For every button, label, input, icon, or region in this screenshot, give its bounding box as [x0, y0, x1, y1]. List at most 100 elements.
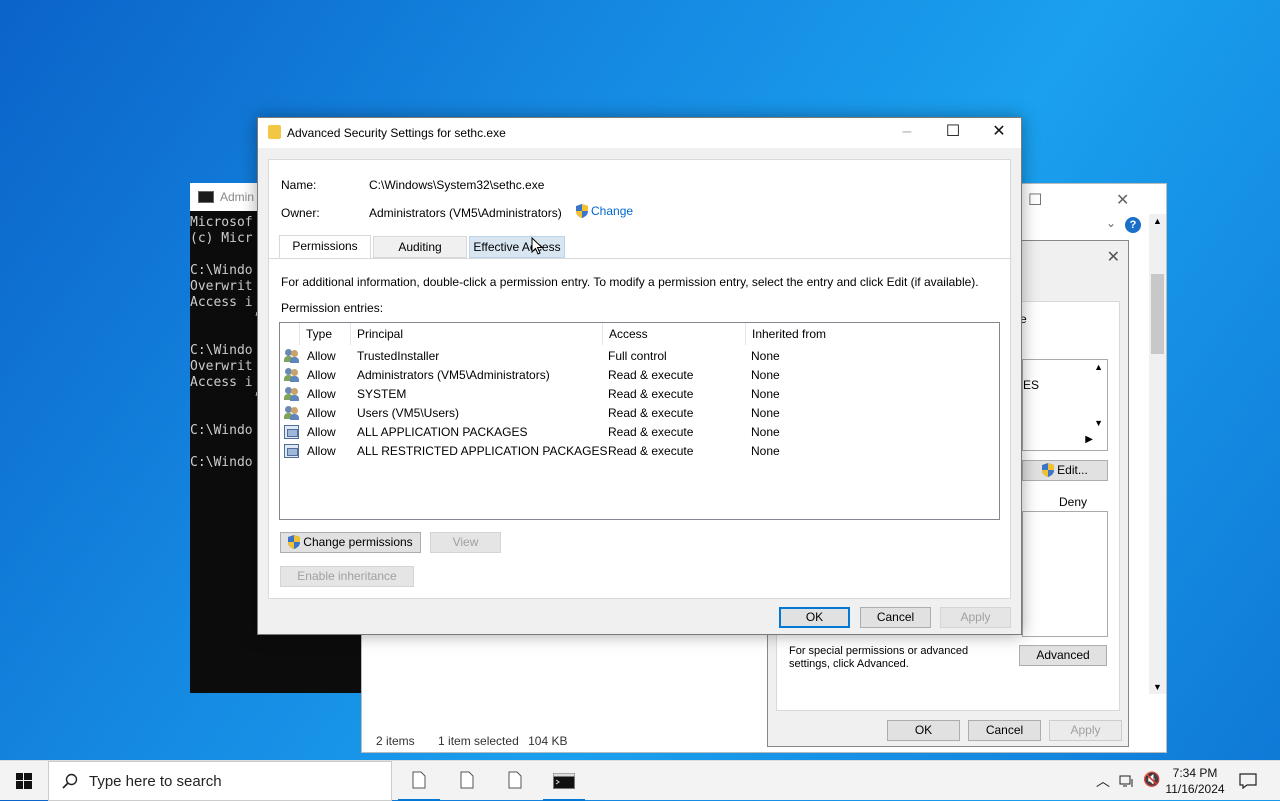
windows-logo-icon	[16, 773, 32, 789]
maximize-icon[interactable]: ☐	[1028, 190, 1042, 210]
column-header-inherited-from[interactable]: Inherited from	[746, 323, 906, 345]
cmd-title: Admin	[220, 190, 255, 204]
column-header-type[interactable]: Type	[300, 323, 351, 345]
edit-button-label: Edit...	[1057, 463, 1088, 477]
scroll-down-icon[interactable]: ▼	[1094, 418, 1103, 428]
volume-muted-icon[interactable]: 🔇	[1143, 771, 1160, 788]
column-header-principal[interactable]: Principal	[351, 323, 603, 345]
change-permissions-button[interactable]: Change permissions	[280, 532, 421, 553]
row-inherited: None	[751, 444, 780, 458]
ok-button[interactable]: OK	[779, 607, 850, 628]
cancel-button[interactable]: Cancel	[860, 607, 931, 628]
row-type: Allow	[307, 444, 336, 458]
permissions-list[interactable]	[1022, 511, 1108, 637]
list-header: Type Principal Access Inherited from	[280, 323, 999, 345]
row-inherited: None	[751, 387, 780, 401]
cmd-icon	[198, 191, 214, 203]
minimize-icon[interactable]: –	[884, 118, 930, 148]
maximize-icon[interactable]: ☐	[930, 118, 976, 148]
taskbar-search-box[interactable]: Type here to search	[48, 761, 392, 801]
row-access: Read & execute	[608, 368, 694, 382]
network-icon[interactable]	[1119, 773, 1135, 789]
name-label: Name:	[281, 178, 317, 192]
table-row[interactable]: Allow ALL RESTRICTED APPLICATION PACKAGE…	[280, 442, 999, 461]
row-type: Allow	[307, 387, 336, 401]
table-row[interactable]: Allow Users (VM5\Users) Read & execute N…	[280, 404, 999, 423]
chevron-up-icon[interactable]: ︿	[1096, 771, 1110, 791]
notifications-icon[interactable]	[1239, 772, 1257, 790]
table-row[interactable]: Allow SYSTEM Read & execute None	[280, 385, 999, 404]
command-prompt-icon	[553, 773, 575, 789]
change-owner-link-text[interactable]: Change	[591, 204, 633, 218]
uac-shield-icon	[576, 204, 588, 218]
user-group-icon	[284, 406, 300, 420]
row-inherited: None	[751, 349, 780, 363]
list-item[interactable]: ES	[1023, 378, 1039, 392]
row-inherited: None	[751, 406, 780, 420]
chevron-down-icon[interactable]: ⌄	[1106, 216, 1116, 230]
dialog-titlebar[interactable]: Advanced Security Settings for sethc.exe…	[258, 118, 1021, 148]
mouse-cursor-icon	[531, 237, 543, 255]
row-principal: ALL APPLICATION PACKAGES	[357, 425, 528, 439]
row-inherited: None	[751, 425, 780, 439]
advanced-button[interactable]: Advanced	[1019, 645, 1107, 666]
apply-button[interactable]: Apply	[940, 607, 1011, 628]
column-header-icon[interactable]	[280, 323, 300, 345]
tab-auditing[interactable]: Auditing	[373, 236, 467, 258]
row-access: Read & execute	[608, 425, 694, 439]
table-row[interactable]: Allow Administrators (VM5\Administrators…	[280, 366, 999, 385]
close-icon[interactable]: ✕	[976, 118, 1022, 148]
props-ok-button[interactable]: OK	[887, 720, 960, 741]
tab-divider	[269, 258, 1012, 259]
scroll-up-icon[interactable]: ▲	[1153, 216, 1162, 226]
owner-label: Owner:	[281, 206, 320, 220]
scroll-up-icon[interactable]: ▲	[1094, 362, 1103, 372]
tab-effective-access[interactable]: Effective Access	[469, 236, 565, 258]
edit-button[interactable]: Edit...	[1022, 460, 1108, 481]
owner-value: Administrators (VM5\Administrators)	[369, 206, 562, 220]
owner-change-link[interactable]: Change	[576, 204, 633, 218]
help-icon[interactable]: ?	[1125, 217, 1141, 233]
taskbar-clock[interactable]: 7:34 PM 11/16/2024	[1162, 765, 1228, 797]
row-type: Allow	[307, 349, 336, 363]
scroll-down-icon[interactable]: ▼	[1153, 682, 1162, 692]
dialog-title: Advanced Security Settings for sethc.exe	[287, 126, 506, 140]
advanced-security-settings-dialog[interactable]: Advanced Security Settings for sethc.exe…	[257, 117, 1022, 635]
status-size: 104 KB	[528, 734, 568, 748]
permissions-panel: Name: C:\Windows\System32\sethc.exe Owne…	[268, 159, 1012, 599]
explorer-scrollbar[interactable]: ▲ ▼	[1149, 214, 1166, 694]
search-icon	[62, 773, 78, 789]
table-row[interactable]: Allow TrustedInstaller Full control None	[280, 347, 999, 366]
close-icon[interactable]: ✕	[1107, 247, 1120, 267]
taskbar-app-notepad[interactable]	[396, 761, 442, 801]
props-cancel-button[interactable]: Cancel	[968, 720, 1041, 741]
row-access: Read & execute	[608, 444, 694, 458]
close-icon[interactable]: ✕	[1116, 190, 1129, 210]
taskbar-app-notepad-3[interactable]	[492, 761, 538, 801]
permission-entries-list[interactable]: Type Principal Access Inherited from All…	[279, 322, 1000, 520]
table-row[interactable]: Allow ALL APPLICATION PACKAGES Read & ex…	[280, 423, 999, 442]
view-button[interactable]: View	[430, 532, 501, 553]
app-package-icon	[284, 425, 299, 439]
info-text: For additional information, double-click…	[281, 275, 979, 289]
taskbar-app-notepad-2[interactable]	[444, 761, 490, 801]
row-inherited: None	[751, 368, 780, 382]
row-principal: SYSTEM	[357, 387, 407, 401]
taskbar-app-cmd[interactable]	[541, 761, 587, 801]
group-user-list[interactable]: ES ▲ ▼ ▶	[1022, 359, 1108, 451]
row-access: Read & execute	[608, 406, 694, 420]
row-type: Allow	[307, 425, 336, 439]
app-package-icon	[284, 444, 299, 458]
folder-icon	[268, 125, 281, 139]
tab-permissions[interactable]: Permissions	[279, 235, 371, 259]
start-button[interactable]	[0, 761, 48, 801]
row-access: Read & execute	[608, 387, 694, 401]
column-header-access[interactable]: Access	[603, 323, 746, 345]
row-principal: Administrators (VM5\Administrators)	[357, 368, 550, 382]
enable-inheritance-button[interactable]: Enable inheritance	[280, 566, 414, 587]
props-apply-button[interactable]: Apply	[1049, 720, 1122, 741]
row-principal: Users (VM5\Users)	[357, 406, 460, 420]
scroll-right-icon[interactable]: ▶	[1085, 434, 1093, 445]
scrollbar-thumb[interactable]	[1151, 274, 1164, 354]
user-group-icon	[284, 368, 300, 382]
